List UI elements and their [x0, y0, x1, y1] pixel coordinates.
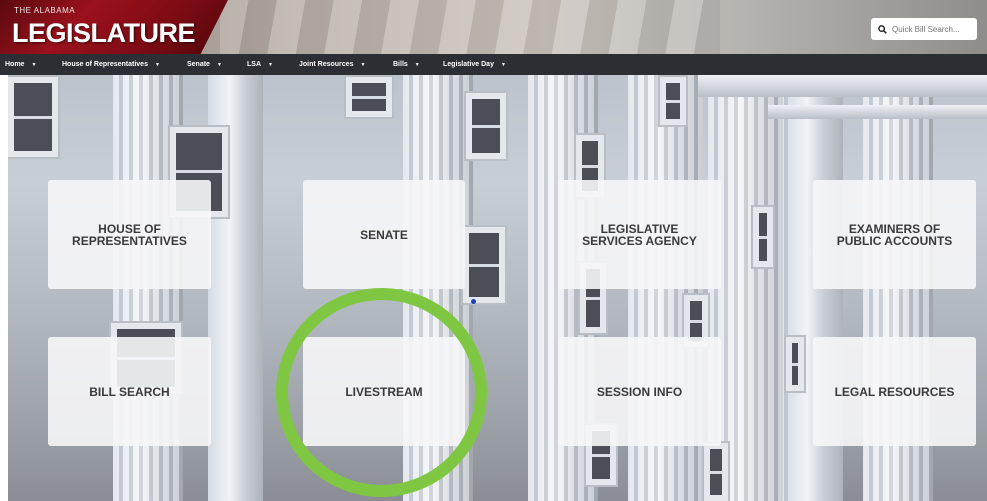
- window: [753, 207, 773, 267]
- quick-bill-search[interactable]: [871, 18, 977, 40]
- site-header: THE ALABAMA LEGISLATURE: [0, 0, 987, 54]
- tile-examiners-of-public-accounts[interactable]: EXAMINERS OF PUBLIC ACCOUNTS: [813, 180, 976, 289]
- nav-label: Legislative Day: [443, 61, 494, 68]
- tile-livestream[interactable]: LIVESTREAM: [303, 337, 465, 446]
- window: [660, 77, 686, 125]
- window: [786, 337, 804, 391]
- chevron-down-icon: ▼: [31, 61, 37, 68]
- nav-bills[interactable]: Bills ▼: [393, 61, 420, 68]
- nav-lsa[interactable]: LSA ▼: [247, 61, 273, 68]
- tile-label: SESSION INFO: [596, 384, 683, 399]
- window: [346, 77, 392, 117]
- main-nav: Home ▼ House of Representatives ▼ Senate…: [0, 54, 987, 75]
- tile-senate[interactable]: SENATE: [303, 180, 465, 289]
- logo-subtitle: THE ALABAMA: [14, 6, 76, 15]
- chevron-down-icon: ▼: [216, 61, 222, 68]
- hero-banner: HOUSE OF REPRESENTATIVES SENATE LEGISLAT…: [8, 75, 987, 501]
- tile-bill-search[interactable]: BILL SEARCH: [48, 337, 211, 446]
- nav-label: Home: [5, 61, 25, 68]
- tile-label: LEGAL RESOURCES: [834, 384, 955, 399]
- window: [704, 443, 728, 501]
- cornice: [698, 75, 987, 97]
- nav-house-of-representatives[interactable]: House of Representatives ▼: [62, 61, 160, 68]
- nav-home[interactable]: Home ▼: [5, 61, 36, 68]
- search-icon[interactable]: [878, 24, 887, 34]
- chevron-down-icon: ▼: [414, 61, 420, 68]
- tile-label: EXAMINERS OF PUBLIC ACCOUNTS: [836, 221, 953, 248]
- tile-label: BILL SEARCH: [89, 384, 170, 399]
- tile-label: SENATE: [360, 227, 408, 242]
- logo-title: LEGISLATURE: [12, 18, 196, 48]
- nav-label: Senate: [187, 61, 210, 68]
- window: [466, 93, 506, 159]
- window: [8, 77, 58, 157]
- nav-label: Bills: [393, 61, 408, 68]
- tile-legal-resources[interactable]: LEGAL RESOURCES: [813, 337, 976, 446]
- tile-legislative-services-agency[interactable]: LEGISLATIVE SERVICES AGENCY: [558, 180, 721, 289]
- window: [463, 227, 505, 303]
- nav-legislative-day[interactable]: Legislative Day ▼: [443, 61, 506, 68]
- nav-label: House of Representatives: [62, 61, 148, 68]
- cornice: [768, 105, 987, 119]
- tile-house-of-representatives[interactable]: HOUSE OF REPRESENTATIVES: [48, 180, 211, 289]
- nav-label: LSA: [247, 61, 261, 68]
- nav-joint-resources[interactable]: Joint Resources ▼: [299, 61, 365, 68]
- nav-senate[interactable]: Senate ▼: [187, 61, 222, 68]
- chevron-down-icon: ▼: [154, 61, 160, 68]
- tile-label: LIVESTREAM: [345, 384, 423, 399]
- chevron-down-icon: ▼: [360, 61, 366, 68]
- chevron-down-icon: ▼: [268, 61, 273, 68]
- site-logo[interactable]: THE ALABAMA LEGISLATURE: [0, 0, 228, 54]
- tile-session-info[interactable]: SESSION INFO: [558, 337, 721, 446]
- tile-label: LEGISLATIVE SERVICES AGENCY: [582, 221, 697, 248]
- search-input[interactable]: [892, 24, 972, 34]
- cursor-dot: [471, 299, 476, 304]
- chevron-down-icon: ▼: [500, 61, 506, 68]
- tile-label: HOUSE OF REPRESENTATIVES: [72, 221, 187, 248]
- nav-label: Joint Resources: [299, 61, 354, 68]
